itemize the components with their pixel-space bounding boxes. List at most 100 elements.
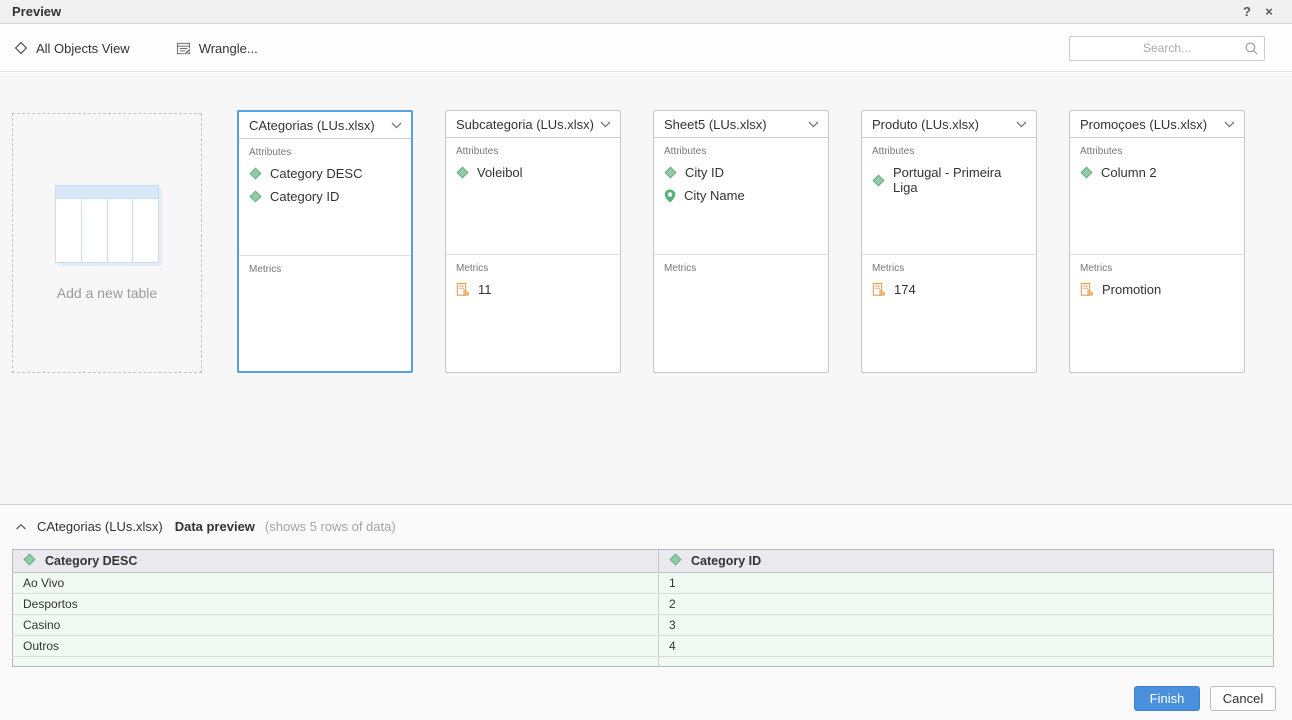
metric-icon <box>456 282 470 297</box>
metrics-section: Metrics <box>239 256 411 371</box>
attribute-diamond-icon <box>669 553 682 569</box>
add-new-table-label: Add a new table <box>57 285 157 301</box>
column-header[interactable]: Category ID <box>659 550 1274 573</box>
table-cell <box>13 657 659 667</box>
add-new-table-button[interactable]: Add a new table <box>12 113 202 373</box>
metric-label: Promotion <box>1102 282 1161 297</box>
table-cell: 1 <box>659 573 1274 594</box>
table-card[interactable]: CAtegorias (LUs.xlsx) Attributes Category … <box>237 110 413 373</box>
metric-icon <box>872 282 886 297</box>
collapse-chevron-up-icon[interactable] <box>15 523 27 531</box>
attributes-section: Attributes Category DESC Category ID <box>239 139 411 256</box>
all-objects-view-button[interactable]: All Objects View <box>14 41 130 56</box>
close-icon[interactable]: × <box>1258 4 1280 19</box>
attribute-item[interactable]: City ID <box>664 161 818 184</box>
metric-item[interactable]: Promotion <box>1080 278 1234 301</box>
attribute-label: Column 2 <box>1101 165 1157 180</box>
table-placeholder-icon <box>55 185 159 263</box>
table-card[interactable]: Produto (LUs.xlsx) Attributes Portugal - P… <box>861 110 1037 373</box>
cards-row: Add a new table CAtegorias (LUs.xlsx)Att… <box>12 110 1277 373</box>
table-header-row: Category DESC Category ID <box>13 550 1274 573</box>
attributes-section: Attributes Portugal - Primeira Liga <box>862 138 1036 255</box>
metric-item[interactable]: 11 <box>456 278 610 301</box>
table-cell: Outros <box>13 636 659 657</box>
attribute-diamond-icon <box>872 174 885 187</box>
table-cell: 2 <box>659 594 1274 615</box>
attribute-item[interactable]: City Name <box>664 184 818 207</box>
attributes-section: AttributesVoleibol <box>446 138 620 255</box>
metrics-label: Metrics <box>456 263 610 274</box>
window-title: Preview <box>12 4 61 19</box>
metric-item[interactable]: 174 <box>872 278 1026 301</box>
table-body: Ao Vivo1Desportos2Casino3Outros4 <box>13 573 1274 667</box>
attribute-diamond-icon <box>249 190 262 203</box>
wrangle-icon <box>176 41 191 56</box>
geo-pin-icon <box>664 189 676 203</box>
attribute-label: Category DESC <box>270 166 362 181</box>
data-preview-header: CAtegorias (LUs.xlsx) Data preview (show… <box>0 505 1292 534</box>
metrics-section: Metrics <box>654 255 828 372</box>
metric-label: 174 <box>894 282 916 297</box>
attributes-label: Attributes <box>872 146 1026 157</box>
table-row: Outros4 <box>13 636 1274 657</box>
attributes-label: Attributes <box>249 147 401 158</box>
toolbar: All Objects View Wrangle... <box>0 25 1292 72</box>
attribute-item[interactable]: Voleibol <box>456 161 610 184</box>
metrics-label: Metrics <box>664 263 818 274</box>
chevron-down-icon[interactable] <box>1015 120 1028 129</box>
help-icon[interactable]: ? <box>1236 4 1258 19</box>
column-header-label: Category DESC <box>45 554 137 568</box>
table-card-header[interactable]: Promoçoes (LUs.xlsx) <box>1070 111 1244 138</box>
attributes-label: Attributes <box>664 146 818 157</box>
attribute-item[interactable]: Portugal - Primeira Liga <box>872 161 1026 199</box>
table-card-title: Produto (LUs.xlsx) <box>872 117 1015 132</box>
table-card-header[interactable]: CAtegorias (LUs.xlsx) <box>239 112 411 139</box>
attribute-item[interactable]: Category DESC <box>249 162 401 185</box>
search-icon[interactable] <box>1244 41 1259 61</box>
wrangle-button[interactable]: Wrangle... <box>176 41 258 56</box>
finish-button[interactable]: Finish <box>1134 686 1200 711</box>
preview-table-name: CAtegorias (LUs.xlsx) <box>37 519 163 534</box>
attribute-diamond-icon <box>456 166 469 179</box>
cancel-button[interactable]: Cancel <box>1210 686 1276 711</box>
attribute-diamond-icon <box>664 166 677 179</box>
metric-icon <box>1080 282 1094 297</box>
attribute-label: City ID <box>685 165 724 180</box>
table-card-header[interactable]: Subcategoria (LUs.xlsx) <box>446 111 620 138</box>
attribute-item[interactable]: Column 2 <box>1080 161 1234 184</box>
title-bar: Preview ? × <box>0 0 1292 24</box>
attribute-diamond-icon <box>249 167 262 180</box>
table-cell: Desportos <box>13 594 659 615</box>
chevron-down-icon[interactable] <box>390 121 403 130</box>
attributes-section: Attributes Column 2 <box>1070 138 1244 255</box>
table-card-header[interactable]: Produto (LUs.xlsx) <box>862 111 1036 138</box>
tables-canvas: Add a new table CAtegorias (LUs.xlsx)Att… <box>0 73 1292 504</box>
table-card[interactable]: Subcategoria (LUs.xlsx) AttributesVoleibo… <box>445 110 621 373</box>
preview-title: Data preview <box>175 519 255 534</box>
table-row <box>13 657 1274 667</box>
attribute-label: Portugal - Primeira Liga <box>893 165 1026 195</box>
chevron-down-icon[interactable] <box>599 120 612 129</box>
column-header-label: Category ID <box>691 554 761 568</box>
table-card-header[interactable]: Sheet5 (LUs.xlsx) <box>654 111 828 138</box>
table-card-title: Promoçoes (LUs.xlsx) <box>1080 117 1223 132</box>
column-header[interactable]: Category DESC <box>13 550 659 573</box>
data-preview-panel: CAtegorias (LUs.xlsx) Data preview (show… <box>0 505 1292 720</box>
chevron-down-icon[interactable] <box>1223 120 1236 129</box>
chevron-down-icon[interactable] <box>807 120 820 129</box>
attribute-label: Voleibol <box>477 165 523 180</box>
metric-label: 11 <box>478 282 492 297</box>
search-input[interactable] <box>1069 36 1265 61</box>
table-card[interactable]: Promoçoes (LUs.xlsx)AttributesColumn 2Me… <box>1069 110 1245 373</box>
search-box <box>1069 36 1265 61</box>
table-card[interactable]: Sheet5 (LUs.xlsx) Attributes City ID City N… <box>653 110 829 373</box>
table-cell: Ao Vivo <box>13 573 659 594</box>
attributes-label: Attributes <box>1080 146 1234 157</box>
attribute-label: City Name <box>684 188 745 203</box>
attribute-label: Category ID <box>270 189 339 204</box>
attribute-diamond-icon <box>1080 166 1093 179</box>
table-card-title: Subcategoria (LUs.xlsx) <box>456 117 599 132</box>
metrics-section: Metrics 11 <box>446 255 620 372</box>
attribute-diamond-icon <box>23 553 36 569</box>
attribute-item[interactable]: Category ID <box>249 185 401 208</box>
